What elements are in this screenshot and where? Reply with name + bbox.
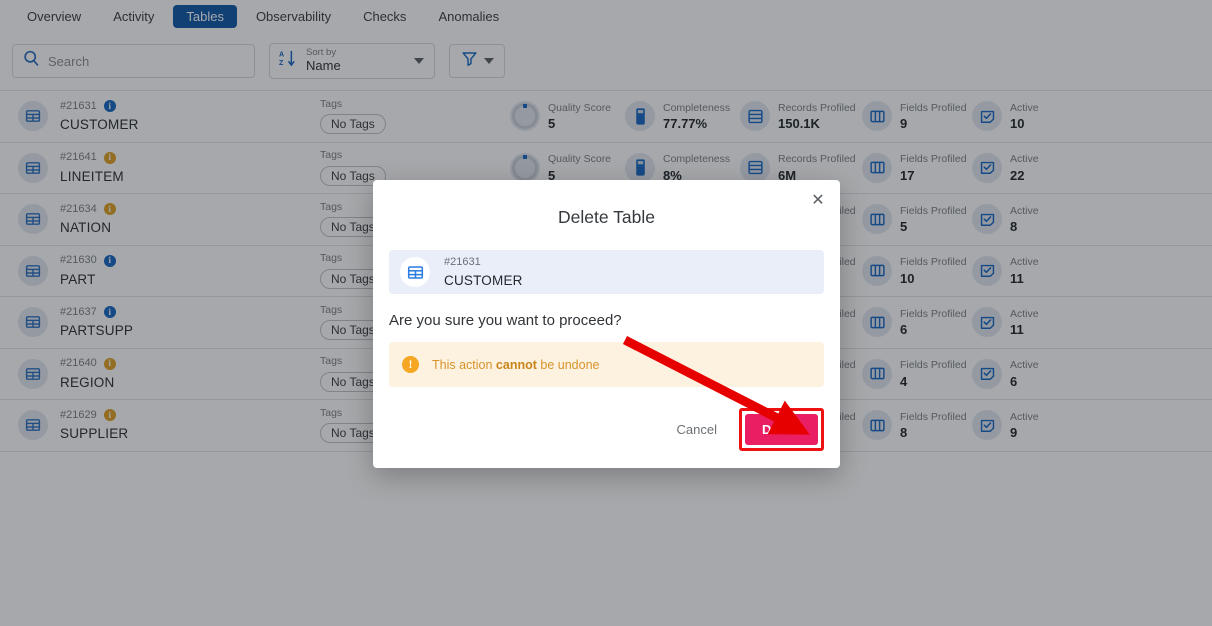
target-table-name: CUSTOMER bbox=[444, 273, 523, 288]
delete-button-highlight: Delete bbox=[739, 408, 824, 451]
cancel-button[interactable]: Cancel bbox=[665, 414, 729, 445]
close-icon[interactable]: ✕ bbox=[808, 190, 828, 210]
warning-emphasis: cannot bbox=[496, 358, 537, 372]
modal-title: Delete Table bbox=[373, 180, 840, 228]
table-grid-icon bbox=[400, 257, 430, 287]
target-table-card: #21631 CUSTOMER bbox=[389, 250, 824, 294]
warning-banner: ! This action cannot be undone bbox=[389, 342, 824, 387]
delete-button[interactable]: Delete bbox=[745, 414, 818, 445]
warning-prefix: This action bbox=[432, 358, 496, 372]
confirm-question: Are you sure you want to proceed? bbox=[389, 312, 824, 329]
delete-table-modal: ✕ Delete Table #21631 CUSTOMER Are you s… bbox=[373, 180, 840, 468]
modal-actions: Cancel Delete bbox=[665, 408, 825, 451]
warning-suffix: be undone bbox=[537, 358, 600, 372]
warning-exclamation-icon: ! bbox=[402, 356, 419, 373]
target-table-id: #21631 bbox=[444, 257, 523, 268]
warning-text: This action cannot be undone bbox=[432, 358, 599, 372]
screen: Overview Activity Tables Observability C… bbox=[0, 0, 1212, 626]
